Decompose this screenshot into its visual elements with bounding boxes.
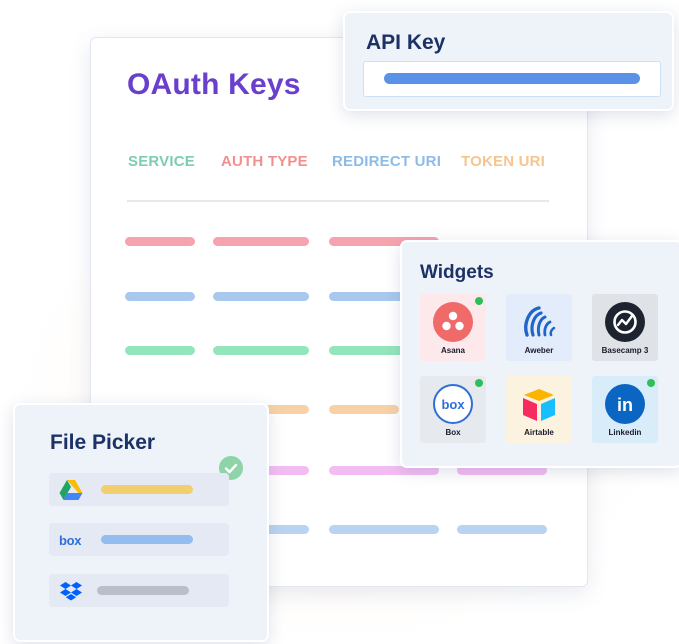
aweber-icon <box>519 302 559 342</box>
illustration: OAuth Keys SERVICE AUTH TYPE REDIRECT UR… <box>0 0 679 644</box>
row-3-auth-bar <box>213 346 309 355</box>
api-key-title: API Key <box>366 31 446 54</box>
widget-linkedin[interactable]: in Linkedin <box>592 376 658 443</box>
column-header-auth-type: AUTH TYPE <box>221 153 308 170</box>
file-picker-card: File Picker box <box>13 403 269 642</box>
widget-label: Box <box>445 428 461 437</box>
row-3-service-bar <box>125 346 195 355</box>
box-logo-text: box <box>59 533 82 548</box>
file-picker-title: File Picker <box>50 431 156 454</box>
widget-label: Aweber <box>524 346 554 355</box>
api-key-card: API Key <box>343 11 674 111</box>
box-icon: box <box>433 384 473 424</box>
row-1-auth-bar <box>213 237 309 246</box>
api-key-value-bar <box>384 73 640 84</box>
box-icon: box <box>59 532 83 554</box>
asana-icon <box>433 302 473 342</box>
file-source-bar <box>101 485 193 494</box>
column-header-redirect-uri: REDIRECT URI <box>332 153 442 170</box>
connected-check-icon <box>475 297 483 305</box>
file-source-box[interactable]: box <box>49 523 229 556</box>
header-divider <box>127 200 549 202</box>
row-4-auth-bar <box>263 405 309 414</box>
airtable-icon <box>519 384 559 424</box>
svg-text:in: in <box>617 395 633 415</box>
widget-box[interactable]: box Box <box>420 376 486 443</box>
connected-check-icon <box>647 379 655 387</box>
oauth-title: OAuth Keys <box>127 68 301 101</box>
widget-airtable[interactable]: Airtable <box>506 376 572 443</box>
widget-label: Linkedin <box>608 428 642 437</box>
row-5-auth-bar <box>263 466 309 475</box>
row-4-redirect-bar <box>329 405 399 414</box>
file-source-google-drive[interactable] <box>49 473 229 506</box>
svg-text:box: box <box>441 397 465 412</box>
basecamp-icon <box>605 302 645 342</box>
row-6-auth-bar <box>263 525 309 534</box>
file-source-bar <box>97 586 189 595</box>
file-source-bar <box>101 535 193 544</box>
widgets-title: Widgets <box>420 262 494 283</box>
widget-asana[interactable]: Asana <box>420 294 486 361</box>
row-6-redirect-bar <box>329 525 439 534</box>
widget-aweber[interactable]: Aweber <box>506 294 572 361</box>
row-2-service-bar <box>125 292 195 301</box>
widget-label: Basecamp 3 <box>601 346 649 355</box>
widgets-card: Widgets Asana Aweber Basecamp 3 box Box … <box>400 240 679 468</box>
widget-label: Asana <box>440 346 465 355</box>
linkedin-icon: in <box>605 384 645 424</box>
connected-check-icon <box>475 379 483 387</box>
row-6-token-bar <box>457 525 547 534</box>
widget-label: Airtable <box>524 428 554 437</box>
file-source-dropbox[interactable] <box>49 574 229 607</box>
row-2-auth-bar <box>213 292 309 301</box>
row-1-service-bar <box>125 237 195 246</box>
widget-basecamp-3[interactable]: Basecamp 3 <box>592 294 658 361</box>
column-header-token-uri: TOKEN URI <box>461 153 546 170</box>
api-key-field[interactable] <box>363 61 661 97</box>
dropbox-icon <box>59 580 83 602</box>
column-header-service: SERVICE <box>128 153 195 170</box>
google-drive-icon <box>59 479 83 501</box>
